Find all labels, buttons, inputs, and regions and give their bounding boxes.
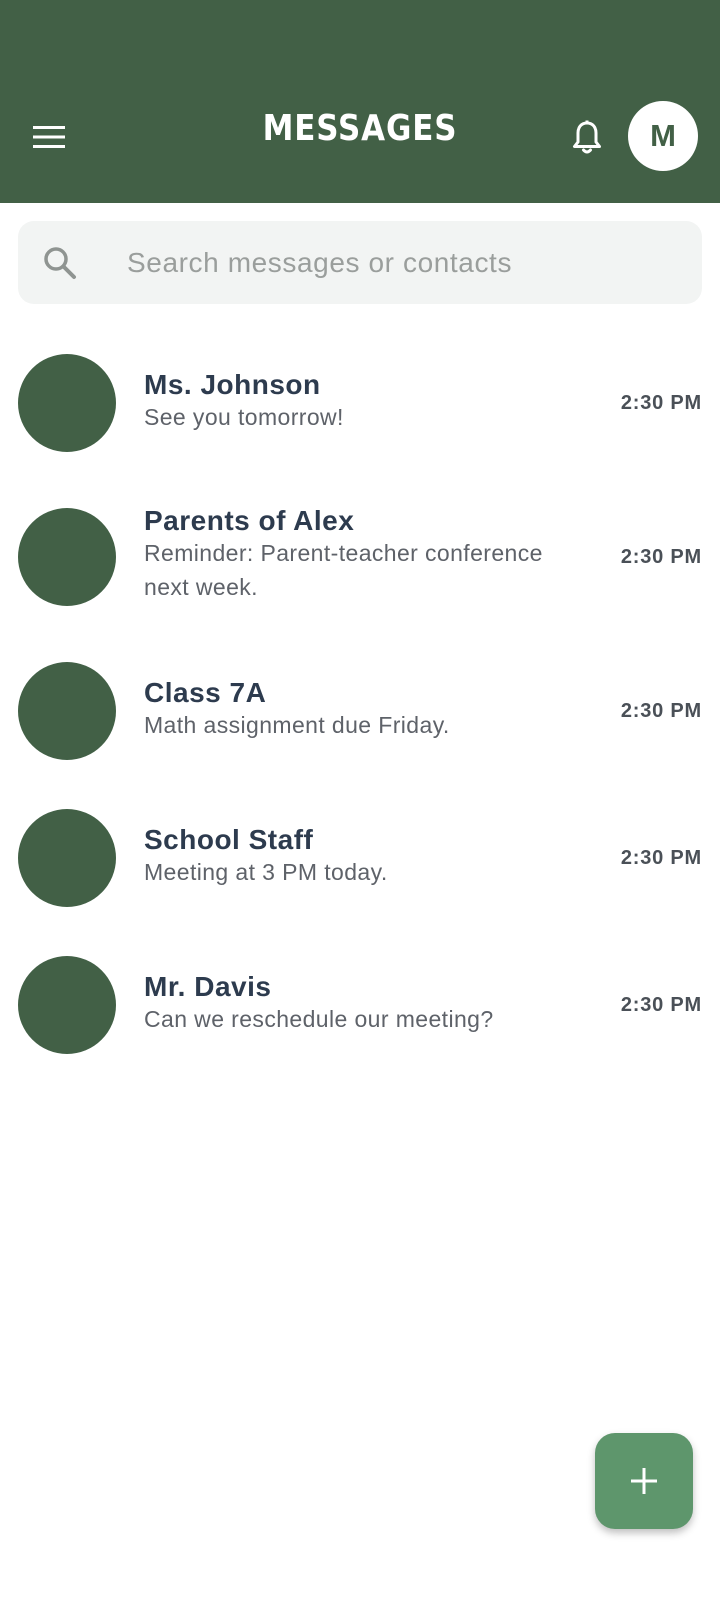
search-bar[interactable] (18, 221, 707, 304)
conversation-row[interactable]: Mr. Davis Can we reschedule our meeting?… (0, 928, 720, 1078)
notifications-button[interactable] (567, 118, 607, 158)
message-time: 2:30 PM (620, 392, 702, 414)
contact-avatar (18, 508, 116, 606)
conversation-list: Ms. Johnson See you tomorrow! 2:30 PM Pa… (0, 330, 720, 1078)
message-time: 2:30 PM (620, 700, 702, 722)
bell-icon (573, 120, 601, 154)
message-time: 2:30 PM (620, 847, 702, 869)
contact-name: Class 7A (144, 677, 267, 708)
message-time: 2:30 PM (620, 546, 702, 568)
contact-name: School Staff (144, 824, 314, 855)
contact-name: Mr. Davis (144, 971, 272, 1002)
message-preview: Meeting at 3 PM today. (144, 859, 388, 885)
new-message-button[interactable] (595, 1433, 693, 1529)
contact-name: Ms. Johnson (144, 369, 321, 400)
conversation-row[interactable]: Ms. Johnson See you tomorrow! 2:30 PM (0, 330, 720, 480)
message-preview: Reminder: Parent-teacher conference next… (144, 540, 543, 600)
contact-avatar (18, 956, 116, 1054)
conversation-row[interactable]: School Staff Meeting at 3 PM today. 2:30… (0, 781, 720, 928)
contact-avatar (18, 354, 116, 452)
app-header: MESSAGES M (0, 0, 720, 203)
message-preview: Can we reschedule our meeting? (144, 1006, 494, 1032)
plus-icon (631, 1468, 657, 1494)
contact-avatar (18, 662, 116, 760)
contact-name: Parents of Alex (144, 505, 355, 536)
message-preview: See you tomorrow! (144, 404, 344, 430)
conversation-row[interactable]: Class 7A Math assignment due Friday. 2:3… (0, 634, 720, 781)
message-time: 2:30 PM (620, 994, 702, 1016)
search-input[interactable] (108, 221, 707, 304)
conversation-row[interactable]: Parents of Alex Reminder: Parent-teacher… (0, 480, 720, 634)
messages-screen: MESSAGES M Ms. Johnson See you tomorrow!… (0, 0, 720, 1599)
search-icon (44, 247, 76, 279)
profile-avatar[interactable]: M (628, 101, 698, 171)
contact-avatar (18, 809, 116, 907)
message-preview: Math assignment due Friday. (144, 712, 450, 738)
